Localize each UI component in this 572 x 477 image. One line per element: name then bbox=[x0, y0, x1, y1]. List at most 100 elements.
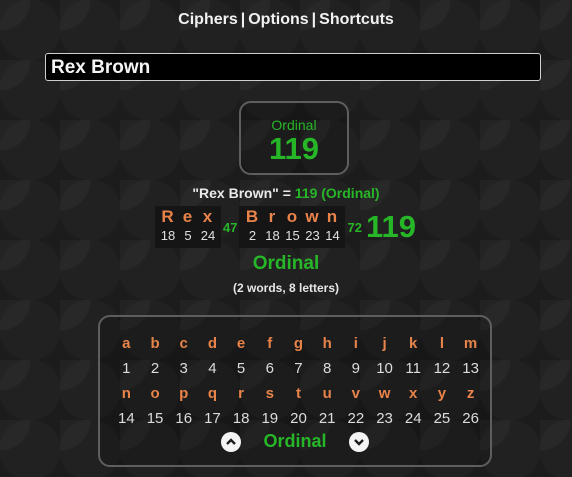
cipher-chart-nav: Ordinal bbox=[100, 431, 490, 452]
letter-column: x 24 bbox=[198, 206, 218, 244]
letter-char: n bbox=[326, 207, 339, 226]
chart-value: 15 bbox=[146, 410, 164, 427]
letter-char: w bbox=[305, 207, 320, 226]
chart-letter: j bbox=[382, 335, 387, 352]
chart-letter: v bbox=[351, 385, 361, 402]
chart-value: 16 bbox=[175, 410, 193, 427]
letter-column: w 23 bbox=[302, 206, 322, 244]
chart-value: 1 bbox=[122, 360, 131, 377]
letter-char: x bbox=[202, 207, 214, 226]
chart-value: 4 bbox=[208, 360, 217, 377]
chart-letter: a bbox=[122, 335, 131, 352]
chart-letter: n bbox=[121, 385, 131, 402]
chart-letter: p bbox=[179, 385, 189, 402]
letter-value: 18 bbox=[265, 228, 280, 243]
letter-value: 2 bbox=[248, 228, 257, 243]
chart-value: 19 bbox=[261, 410, 279, 427]
letter-breakdown: R 18 e 5 x 24 47 B 2 r 18 o 15 w 23 n 14 72 119 bbox=[155, 206, 416, 248]
equation-line: "Rex Brown" = 119 (Ordinal) bbox=[0, 185, 572, 201]
cipher-chart-title: Ordinal bbox=[263, 431, 327, 451]
nav-ciphers-link[interactable]: Ciphers bbox=[178, 11, 238, 28]
chart-value: 22 bbox=[347, 410, 365, 427]
cipher-box-value: 119 bbox=[268, 131, 319, 166]
letter-column: e5 bbox=[178, 206, 198, 244]
letter-value: 15 bbox=[285, 228, 300, 243]
cipher-chart-grid: a b c d e f g h i j k l m 1 2 3 4 5 6 7 8 9 10 11 12 13 n o p q r s t u v w… bbox=[112, 331, 485, 431]
chart-letter: z bbox=[466, 385, 475, 402]
letter-column: o 15 bbox=[282, 206, 302, 244]
chart-value: 10 bbox=[376, 360, 393, 377]
chevron-down-icon bbox=[353, 438, 364, 446]
cipher-chart: a b c d e f g h i j k l m 1 2 3 4 5 6 7 8 9 10 11 12 13 n o p q r s t u v w… bbox=[98, 315, 492, 467]
breakdown-total: 119 bbox=[365, 209, 416, 244]
letter-char: r bbox=[268, 207, 277, 226]
top-nav: Ciphers | Options | Shortcuts bbox=[0, 11, 572, 29]
chart-letter: g bbox=[293, 335, 304, 352]
chart-value: 8 bbox=[322, 360, 332, 377]
chart-value: 11 bbox=[405, 360, 421, 377]
chart-letter: e bbox=[236, 335, 246, 352]
chart-value: 7 bbox=[294, 360, 303, 377]
chart-value: 5 bbox=[236, 360, 246, 377]
chart-letter: q bbox=[207, 385, 217, 402]
chart-letter: r bbox=[238, 385, 245, 402]
previous-cipher-button[interactable] bbox=[221, 431, 242, 452]
word-block: R 18 e 5 x 24 bbox=[155, 206, 221, 248]
chart-value: 17 bbox=[204, 410, 221, 427]
equation-cipher: (Ordinal) bbox=[321, 185, 380, 201]
chart-value: 12 bbox=[433, 360, 451, 377]
chart-value: 23 bbox=[376, 410, 393, 427]
chart-value: 2 bbox=[150, 360, 160, 377]
chevron-up-icon bbox=[226, 437, 237, 445]
breakdown-cipher-label: Ordinal bbox=[252, 253, 320, 274]
word-sum: 47 bbox=[223, 219, 238, 235]
next-cipher-button[interactable] bbox=[348, 431, 369, 452]
letter-column: B2 bbox=[242, 206, 262, 244]
letter-column: n 14 bbox=[322, 206, 342, 244]
letter-value: 14 bbox=[325, 228, 340, 243]
chart-letter: t bbox=[295, 385, 301, 402]
phrase-input[interactable]: Rex Brown bbox=[45, 53, 541, 81]
chart-letter: i bbox=[353, 335, 358, 352]
letter-char: o bbox=[286, 207, 299, 226]
chart-value: 3 bbox=[179, 360, 188, 377]
nav-options-link[interactable]: Options bbox=[248, 11, 308, 28]
equation-phrase: "Rex Brown" bbox=[192, 185, 279, 201]
chart-letter: f bbox=[267, 335, 273, 352]
chart-letter: u bbox=[322, 385, 332, 402]
chart-value: 21 bbox=[318, 410, 336, 427]
chart-letter: x bbox=[409, 385, 418, 402]
letter-column: r 18 bbox=[262, 206, 282, 244]
letter-value: 18 bbox=[160, 228, 176, 243]
letter-value: 24 bbox=[200, 228, 216, 243]
letter-char: e bbox=[182, 207, 194, 226]
nav-shortcuts-link[interactable]: Shortcuts bbox=[319, 11, 394, 28]
chart-letter: y bbox=[437, 385, 447, 402]
chart-letter: w bbox=[378, 385, 391, 402]
nav-separator: | bbox=[240, 11, 246, 28]
chart-letter: c bbox=[179, 335, 188, 352]
chart-value: 26 bbox=[462, 410, 479, 427]
equation-value: 119 bbox=[294, 185, 318, 201]
chart-letter: b bbox=[150, 335, 160, 352]
word-block: B 2 r 18 o 15 w 23 n 14 bbox=[239, 206, 346, 248]
chart-letter: h bbox=[322, 335, 332, 352]
chart-value: 14 bbox=[118, 410, 135, 427]
chart-value: 24 bbox=[404, 410, 422, 427]
letter-char: R bbox=[161, 207, 175, 226]
letter-value: 5 bbox=[184, 228, 192, 243]
chart-letter: m bbox=[463, 335, 478, 352]
equation-equals: = bbox=[282, 185, 291, 201]
cipher-result-box[interactable]: Ordinal 119 bbox=[239, 101, 349, 175]
chart-letter: d bbox=[207, 335, 217, 352]
chart-letter: o bbox=[150, 385, 160, 402]
chart-value: 18 bbox=[232, 410, 250, 427]
chart-value: 9 bbox=[351, 360, 361, 377]
nav-separator: | bbox=[311, 11, 317, 28]
chart-value: 20 bbox=[290, 410, 307, 427]
chart-value: 25 bbox=[433, 410, 451, 427]
letter-char: B bbox=[245, 207, 260, 226]
word-letter-count: (2 words, 8 letters) bbox=[232, 281, 340, 295]
letter-value: 23 bbox=[305, 228, 320, 243]
letter-column: R 18 bbox=[158, 206, 178, 244]
